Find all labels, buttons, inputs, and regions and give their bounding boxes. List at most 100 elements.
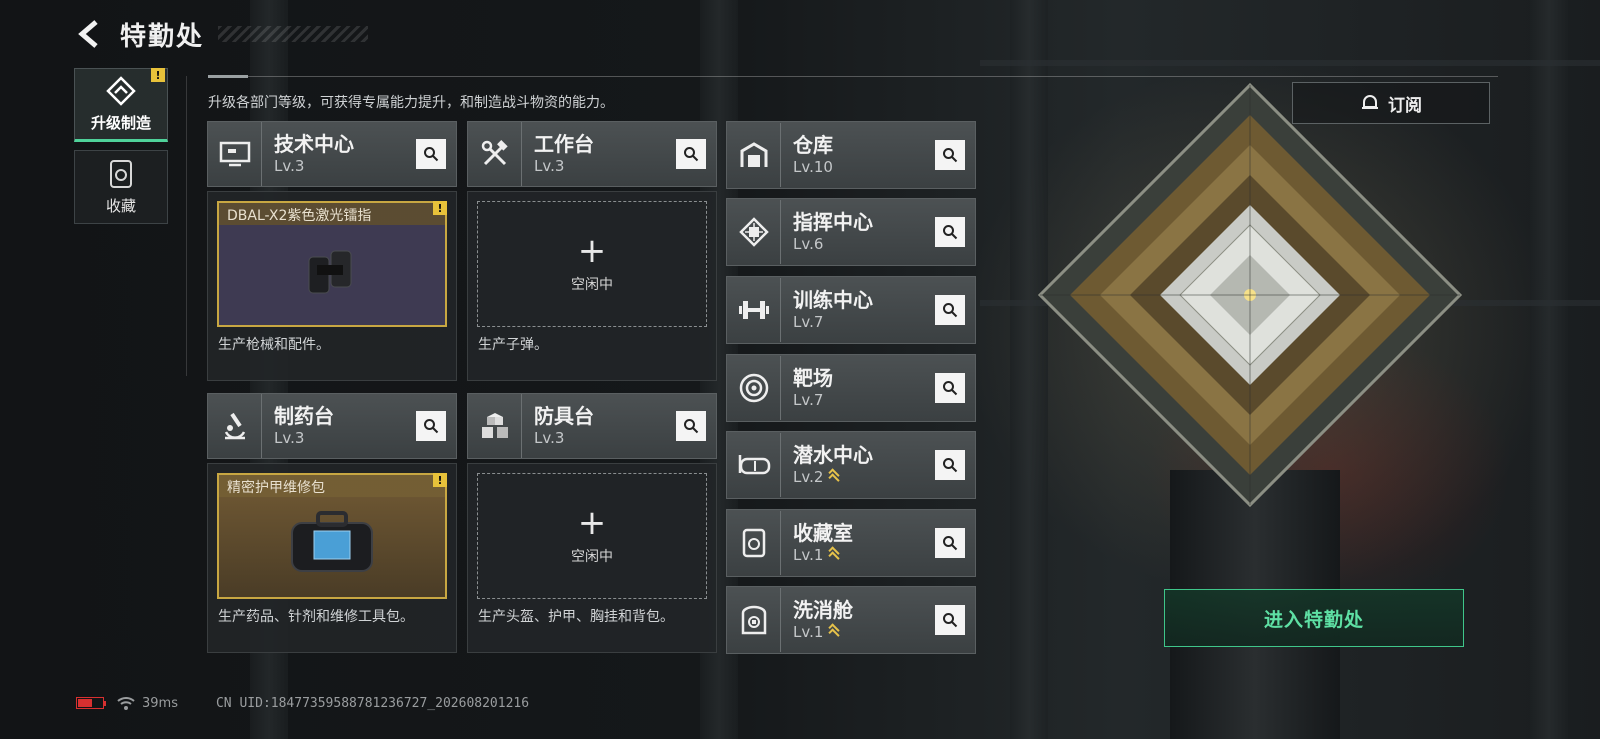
empty-production-slot[interactable]: + 空闲中 — [477, 201, 707, 327]
production-slot[interactable]: DBAL-X2紫色激光镭指 ! — [217, 201, 447, 327]
header-hatch-decoration — [218, 26, 369, 42]
module-level: Lv.3 — [274, 157, 305, 175]
search-icon — [943, 613, 958, 628]
facility-name: 潜水中心 — [793, 443, 873, 467]
facility-diving-center[interactable]: 潜水中心 Lv.2 — [726, 431, 976, 499]
back-arrow-icon[interactable] — [74, 17, 104, 51]
nav-item-upgrade-craft[interactable]: ! 升级制造 — [74, 68, 168, 142]
facility-level: Lv.6 — [793, 235, 824, 253]
background-beam — [980, 60, 1600, 66]
search-icon — [943, 148, 958, 163]
dumbbell-icon — [727, 278, 781, 342]
user-uid: CN UID:18477359588781236727_202608201216 — [215, 695, 530, 711]
wifi-icon — [117, 697, 135, 710]
search-button[interactable] — [935, 217, 965, 247]
search-button[interactable] — [935, 140, 965, 170]
frame-divider — [208, 75, 1498, 78]
facility-shooting-range[interactable]: 靶场 Lv.7 — [726, 354, 976, 422]
module-card-workbench[interactable]: 工作台 Lv.3 — [467, 121, 717, 187]
microscope-icon — [208, 394, 262, 458]
warning-badge: ! — [433, 473, 447, 487]
safehouse-cube-illustration — [1037, 82, 1463, 508]
facility-name: 指挥中心 — [793, 210, 873, 234]
facility-level-line: Lv.2 — [793, 467, 935, 487]
module-card-pharmacy[interactable]: 制药台 Lv.3 — [207, 393, 457, 459]
facility-name: 洗消舱 — [793, 598, 853, 622]
module-production-panel: DBAL-X2紫色激光镭指 ! 生产枪械和配件。 — [207, 191, 457, 381]
facility-level: Lv.7 — [793, 391, 824, 409]
upgrade-available-icon — [828, 623, 841, 640]
facility-row: 潜水中心 Lv.2 — [726, 431, 976, 499]
search-button[interactable] — [935, 605, 965, 635]
facility-name: 仓库 — [793, 133, 833, 157]
search-button[interactable] — [676, 411, 706, 441]
target-icon — [727, 356, 781, 420]
facility-name: 训练中心 — [793, 288, 873, 312]
facility-level-line: Lv.1 — [793, 545, 935, 565]
monitor-icon — [208, 122, 262, 186]
facility-decontamination-chamber[interactable]: 洗消舱 Lv.1 — [726, 586, 976, 654]
facility-training-center[interactable]: 训练中心 Lv.7 — [726, 276, 976, 344]
ping-value: 39ms — [142, 695, 178, 711]
warning-badge: ! — [151, 68, 165, 82]
upgrade-available-icon — [828, 468, 841, 485]
module-level: Lv.3 — [534, 157, 565, 175]
search-button[interactable] — [935, 373, 965, 403]
module-description: 生产子弹。 — [478, 337, 548, 353]
nav-item-label: 收藏 — [105, 196, 136, 215]
search-icon — [424, 147, 439, 162]
module-level: Lv.3 — [534, 429, 565, 447]
facility-row: 靶场 Lv.7 — [726, 354, 976, 422]
nav-item-collection[interactable]: 收藏 — [74, 150, 168, 224]
enter-safehouse-button[interactable]: 进入特勤处 — [1164, 589, 1464, 647]
subscribe-button[interactable]: 订阅 — [1292, 82, 1490, 124]
page-title: 特勤处 — [120, 21, 205, 52]
enter-safehouse-label: 进入特勤处 — [1263, 608, 1364, 631]
module-name: 制药台 — [274, 404, 334, 428]
background-pillar — [1530, 0, 1568, 739]
frame-divider — [186, 76, 187, 376]
warning-badge: ! — [433, 201, 447, 215]
nav-item-label: 升级制造 — [90, 113, 151, 132]
module-name: 防具台 — [534, 404, 594, 428]
facility-row: 训练中心 Lv.7 — [726, 276, 976, 344]
laser-sight-item-image — [308, 250, 352, 294]
slot-status: 空闲中 — [571, 549, 613, 565]
facility-level: Lv.2 — [793, 468, 824, 486]
slot-status: 空闲中 — [571, 277, 613, 293]
blocks-icon — [468, 394, 522, 458]
subscribe-label: 订阅 — [1388, 95, 1422, 116]
module-description: 生产药品、针剂和维修工具包。 — [218, 609, 414, 625]
page-header: 特勤处 — [74, 14, 369, 54]
collection-icon — [727, 511, 781, 575]
chip-icon — [727, 200, 781, 264]
warehouse-icon — [727, 123, 781, 187]
search-button[interactable] — [676, 139, 706, 169]
facility-level: Lv.1 — [793, 546, 824, 564]
search-button[interactable] — [416, 139, 446, 169]
search-icon — [684, 419, 699, 434]
facility-collection-room[interactable]: 收藏室 Lv.1 — [726, 509, 976, 577]
production-slot[interactable]: 精密护甲维修包 ! — [217, 473, 447, 599]
search-button[interactable] — [935, 295, 965, 325]
empty-production-slot[interactable]: + 空闲中 — [477, 473, 707, 599]
battery-icon — [76, 697, 106, 709]
module-name: 工作台 — [534, 132, 594, 156]
plus-icon: + — [577, 503, 607, 543]
producing-item-name: 精密护甲维修包 — [227, 480, 325, 496]
facility-row: 仓库 Lv.10 — [726, 121, 976, 189]
search-icon — [943, 225, 958, 240]
module-card-tech-center[interactable]: 技术中心 Lv.3 — [207, 121, 457, 187]
search-button[interactable] — [935, 528, 965, 558]
search-button[interactable] — [935, 450, 965, 480]
facility-row: 洗消舱 Lv.1 — [726, 586, 976, 654]
producing-item-name: DBAL-X2紫色激光镭指 — [227, 208, 372, 224]
search-icon — [943, 381, 958, 396]
search-button[interactable] — [416, 411, 446, 441]
facility-command-center[interactable]: 指挥中心 Lv.6 — [726, 198, 976, 266]
module-card-armor-bench[interactable]: 防具台 Lv.3 — [467, 393, 717, 459]
search-icon — [943, 458, 958, 473]
module-description: 生产头盔、护甲、胸挂和背包。 — [478, 609, 674, 625]
facility-warehouse[interactable]: 仓库 Lv.10 — [726, 121, 976, 189]
facility-name: 收藏室 — [793, 521, 853, 545]
